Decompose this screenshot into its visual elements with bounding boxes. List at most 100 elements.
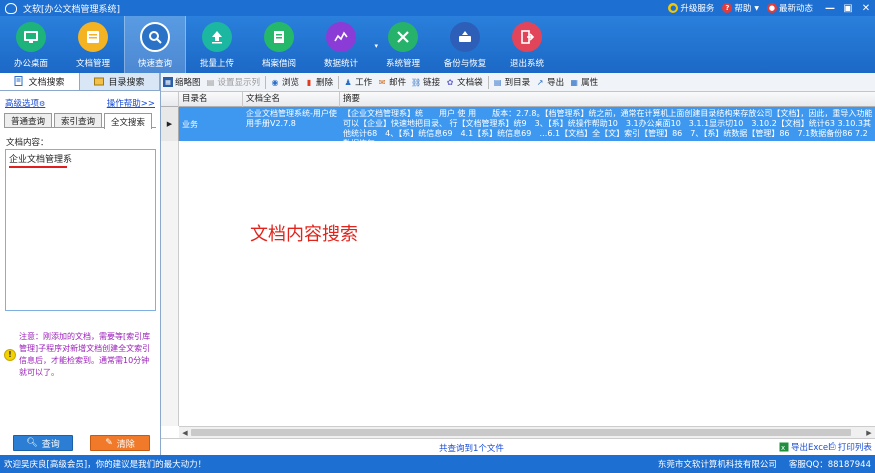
col-full-name[interactable]: 文档全名 — [243, 92, 340, 107]
company-name: 东莞市文软计算机科技有限公司 — [657, 460, 777, 470]
col-summary[interactable]: 摘要 — [340, 92, 875, 107]
thumbnail-icon: ▦ — [163, 77, 173, 87]
welcome-text: 欢迎吴庆良[高级会员]，你的建议是我们的最大动力！ — [4, 460, 207, 470]
work-button[interactable]: ♟ 工作 — [343, 76, 372, 89]
tab-doc-search[interactable]: 文档搜索 — [0, 73, 80, 90]
results-panel: ▦ 缩略图 ▤ 设置显示列 ◉ 浏览 ▮ 删除 ♟ 工作 ✉ 邮件 ⛓ 链接 ✿ 文档袋 ▤ 到目… — [161, 73, 875, 455]
support-qq: 客服QQ：88187944 — [788, 460, 871, 470]
person-icon: ● — [668, 3, 679, 13]
chevron-down-icon: ▼ — [754, 4, 759, 12]
folder-icon — [78, 22, 108, 52]
main-toolbar: 办公桌面 文档管理 快速查询 批量上传 档案借阅 数据统计 ▾ 系统管理 备份与… — [0, 16, 875, 73]
settings-icon: ⚙ — [39, 100, 46, 108]
columns-icon: ▤ — [206, 77, 215, 87]
search-doc-icon — [140, 22, 170, 52]
found-count: 共查询到1个文件 — [439, 444, 504, 454]
delete-icon: ▮ — [306, 77, 312, 87]
window-title: 文软[办公文档管理系统] — [23, 4, 121, 15]
search-button[interactable]: 🔍︎ 查询 — [13, 435, 73, 451]
app-logo-icon — [5, 2, 17, 14]
minimize-button[interactable]: — — [821, 1, 839, 15]
scroll-right-icon[interactable]: ▶ — [863, 427, 875, 438]
warning-icon: ! — [4, 349, 16, 361]
delete-button[interactable]: ▮ 删除 — [304, 76, 333, 89]
red-underline — [9, 166, 67, 168]
grid-header: 目录名 文档全名 摘要 — [161, 92, 875, 107]
export-excel-button[interactable]: x 导出Excel — [779, 441, 831, 453]
row-dir-name: 业务 — [182, 120, 198, 129]
toolbar-quick-search[interactable]: 快速查询 — [124, 16, 186, 73]
eye-icon: ◉ — [271, 77, 279, 87]
upload-icon — [202, 22, 232, 52]
upgrade-service-link[interactable]: ● 升级服务 — [668, 2, 714, 14]
print-list-button[interactable]: ⎙ 打印列表 — [829, 441, 872, 453]
export-button[interactable]: ↗ 导出 — [535, 76, 564, 89]
toolbar-exit-system[interactable]: 退出系统 — [496, 16, 558, 73]
toolbar-data-stats[interactable]: 数据统计 ▾ — [310, 16, 378, 73]
link-button[interactable]: ⛓ 链接 — [411, 76, 440, 89]
news-icon: ● — [766, 3, 777, 13]
row-full-name: 企业文档管理系统-用户使用手册V2.7.8 — [246, 109, 337, 128]
row-summary: 【企业文档管理系】统 用户 使 用 版本：2.7.8。【档管理系】统之前，通常在… — [343, 109, 873, 141]
news-link[interactable]: ● 最新动态 — [766, 2, 813, 14]
toolbar-archive-borrow[interactable]: 档案借阅 — [248, 16, 310, 73]
content-label: 文档内容： — [6, 138, 49, 148]
title-bar: 文软[办公文档管理系统] ● 升级服务 ? 帮助 ▼ ● 最新动态 — ▣ ✕ — [0, 0, 875, 16]
exit-icon — [512, 22, 542, 52]
watermark-text: 文档内容搜索 — [250, 224, 358, 245]
eraser-icon: ✎ — [105, 438, 113, 448]
scroll-left-icon[interactable]: ◀ — [179, 427, 191, 438]
table-row[interactable]: ▶ 业务 企业文档管理系统-用户使用手册V2.7.8 【企业文档管理系】统 用户… — [161, 107, 875, 141]
search-panel: 文档搜索 目录搜索 高级选项⚙ 操作帮助>> 普通查询 索引查询 全文搜索 文档… — [0, 73, 161, 455]
status-bar: 欢迎吴庆良[高级会员]，你的建议是我们的最大动力！ 东莞市文软计算机科技有限公司… — [0, 455, 875, 473]
bag-icon: ✿ — [446, 77, 454, 87]
link-icon: ⛓ — [411, 77, 422, 87]
results-status: 共查询到1个文件 x 导出Excel ⎙ 打印列表 — [161, 438, 875, 455]
properties-button[interactable]: ▦ 属性 — [569, 76, 598, 89]
toolbar-doc-manage[interactable]: 文档管理 — [62, 16, 124, 73]
maximize-button[interactable]: ▣ — [839, 1, 857, 15]
advanced-options-link[interactable]: 高级选项⚙ — [5, 97, 45, 110]
content-input[interactable]: 企业文档管理系 — [5, 149, 156, 311]
toolbar-backup-restore[interactable]: 备份与恢复 — [434, 16, 496, 73]
tab-fulltext-search[interactable]: 全文搜索 — [104, 113, 153, 129]
tools-icon — [388, 22, 418, 52]
tab-dir-search[interactable]: 目录搜索 — [80, 73, 160, 90]
tab-index-query[interactable]: 索引查询 — [54, 113, 103, 127]
toolbar-batch-upload[interactable]: 批量上传 — [186, 16, 248, 73]
toolbar-system-manage[interactable]: 系统管理 — [372, 16, 434, 73]
props-icon: ▦ — [570, 77, 578, 87]
desktop-icon — [16, 22, 46, 52]
browse-button[interactable]: ◉ 浏览 — [270, 76, 300, 89]
close-button[interactable]: ✕ — [857, 1, 875, 15]
index-note: ! 注意：刚添加的文档，需要等[索引库管理]子程序对新增文档创建全文索引信息后，… — [4, 331, 156, 379]
goto-dir-button[interactable]: ▤ 到目录 — [493, 76, 530, 89]
toolbar-office-desktop[interactable]: 办公桌面 — [0, 16, 62, 73]
work-icon: ♟ — [344, 77, 352, 87]
search-type-tabs: 文档搜索 目录搜索 — [0, 73, 160, 91]
scroll-thumb[interactable] — [191, 429, 851, 436]
tab-normal-query[interactable]: 普通查询 — [4, 113, 53, 127]
mail-button[interactable]: ✉ 邮件 — [377, 76, 406, 89]
doc-search-icon — [14, 76, 23, 86]
search-icon: 🔍︎ — [26, 438, 38, 448]
mail-icon: ✉ — [378, 77, 386, 87]
horizontal-scrollbar[interactable]: ◀ ▶ — [179, 426, 875, 438]
doc-bag-button[interactable]: ✿ 文档袋 — [445, 76, 483, 89]
row-indicator-icon: ▶ — [161, 107, 179, 141]
svg-text:x: x — [781, 444, 785, 452]
help-icon: ? — [722, 3, 733, 13]
stats-icon — [326, 22, 356, 52]
search-mode-tabs: 普通查询 索引查询 全文搜索 — [4, 113, 156, 129]
help-link[interactable]: ? 帮助 ▼ — [722, 2, 759, 14]
content-input-value: 企业文档管理系 — [9, 155, 73, 165]
thumbnail-button[interactable]: ▦ 缩略图 — [163, 76, 201, 88]
operation-help-link[interactable]: 操作帮助>> — [107, 97, 155, 110]
printer-icon: ⎙ — [829, 442, 836, 452]
excel-icon: x — [779, 442, 789, 452]
export-icon: ↗ — [536, 77, 544, 87]
goto-dir-icon: ▤ — [493, 77, 502, 87]
col-dir-name[interactable]: 目录名 — [179, 92, 243, 107]
clear-button[interactable]: ✎ 清除 — [90, 435, 150, 451]
set-columns-button[interactable]: ▤ 设置显示列 — [206, 76, 260, 89]
